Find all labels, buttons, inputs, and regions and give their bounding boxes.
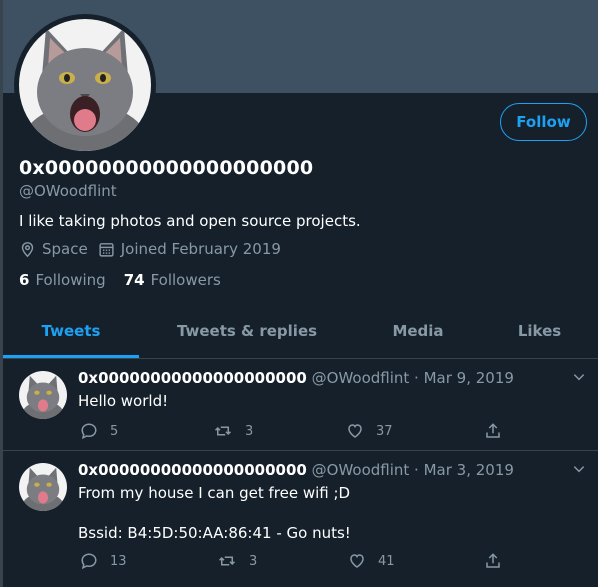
following-count: 6	[19, 271, 30, 289]
calendar-icon	[98, 241, 115, 258]
following-link[interactable]: 6 Following	[19, 271, 106, 289]
like-count: 41	[378, 553, 395, 569]
tweet-text: From my house I can get free wifi ;D Bss…	[78, 484, 351, 542]
reply-count: 13	[110, 553, 127, 569]
tweet-header: 0x00000000000000000000 @OWoodflint · Mar…	[78, 461, 514, 479]
retweet-button[interactable]: 3	[217, 552, 257, 570]
reply-icon	[81, 553, 97, 570]
tweet-author-meta[interactable]: @OWoodflint · Mar 9, 2019	[312, 369, 514, 387]
profile-display-name: 0x00000000000000000000	[19, 157, 314, 179]
share-button[interactable]	[484, 422, 514, 440]
tweet[interactable]: 0x00000000000000000000 @OWoodflint · Mar…	[3, 359, 598, 451]
followers-count: 74	[123, 271, 145, 289]
following-label: Following	[35, 271, 106, 289]
heart-icon	[350, 554, 364, 568]
kitten-image	[16, 16, 154, 154]
tweet-author-meta[interactable]: @OWoodflint · Mar 3, 2019	[312, 461, 514, 479]
tweet-text: Hello world!	[78, 392, 169, 410]
follow-button[interactable]: Follow	[500, 103, 587, 141]
tweet-avatar[interactable]	[19, 371, 67, 419]
like-button[interactable]: 37	[346, 422, 393, 440]
tab-tweets-and-replies[interactable]: Tweets & replies	[139, 304, 355, 357]
profile-location: Space	[42, 240, 88, 258]
tab-tweets[interactable]: Tweets	[3, 304, 139, 358]
profile-avatar[interactable]	[14, 14, 156, 156]
profile-tabs: Tweets Tweets & replies Media Likes	[3, 304, 598, 359]
like-button[interactable]: 41	[348, 552, 395, 570]
reply-button[interactable]: 13	[80, 552, 127, 570]
heart-icon	[348, 424, 362, 438]
chevron-down-icon[interactable]	[572, 369, 586, 388]
like-count: 37	[376, 423, 393, 439]
tweet-author-name[interactable]: 0x00000000000000000000	[78, 461, 307, 479]
location-pin-icon	[19, 241, 36, 258]
reply-icon	[81, 423, 97, 440]
profile-joined-date: Joined February 2019	[120, 240, 281, 258]
tab-media[interactable]: Media	[355, 304, 481, 357]
retweet-count: 3	[249, 553, 258, 569]
retweet-icon	[218, 556, 236, 566]
followers-link[interactable]: 74 Followers	[124, 271, 221, 289]
tweet-avatar[interactable]	[19, 463, 67, 511]
share-icon	[486, 423, 500, 438]
profile-counts: 6 Following 74 Followers	[19, 271, 221, 289]
retweet-icon	[214, 426, 232, 436]
tab-likes[interactable]: Likes	[481, 304, 598, 357]
followers-label: Followers	[150, 271, 221, 289]
reply-button[interactable]: 5	[80, 422, 118, 440]
share-icon	[486, 553, 500, 568]
profile-bio: I like taking photos and open source pro…	[19, 212, 361, 230]
retweet-button[interactable]: 3	[213, 422, 253, 440]
tweet-header: 0x00000000000000000000 @OWoodflint · Mar…	[78, 369, 514, 387]
profile-handle: @OWoodflint	[19, 182, 117, 200]
profile-meta: Space Joined February 2019	[19, 240, 281, 258]
retweet-count: 3	[245, 423, 254, 439]
reply-count: 5	[110, 423, 119, 439]
tweet-author-name[interactable]: 0x00000000000000000000	[78, 369, 307, 387]
chevron-down-icon[interactable]	[572, 461, 586, 480]
tweet[interactable]: 0x00000000000000000000 @OWoodflint · Mar…	[3, 451, 598, 587]
share-button[interactable]	[484, 552, 514, 570]
